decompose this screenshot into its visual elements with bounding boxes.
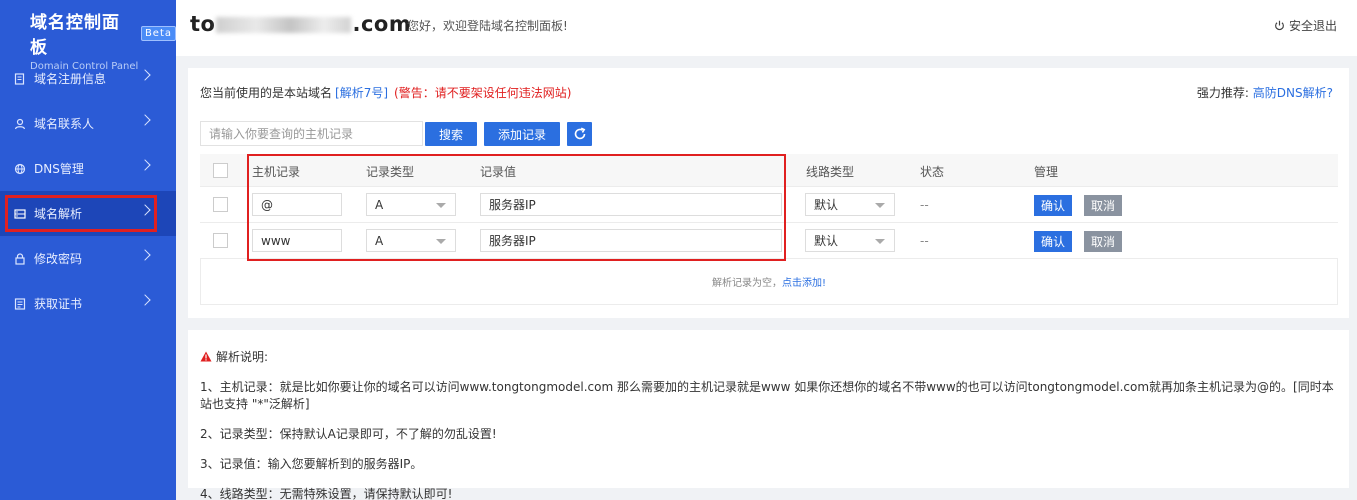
empty-text: 解析记录为空，: [711, 278, 782, 289]
search-input[interactable]: 请输入你要查询的主机记录: [200, 121, 423, 146]
header-host: 主机记录: [252, 165, 301, 179]
header: to .com 您好，欢迎登陆域名控制面板! 安全退出: [176, 0, 1357, 56]
recommend: 强力推荐: 高防DNS解析?: [1197, 84, 1333, 101]
lock-icon: [15, 252, 25, 265]
welcome-text: 您好，欢迎登陆域名控制面板!: [407, 19, 568, 33]
sidebar-item-certificate[interactable]: 获取证书: [0, 281, 176, 326]
status-text: --: [920, 234, 929, 248]
type-value: A: [375, 233, 384, 248]
cancel-button[interactable]: 取消: [1084, 195, 1122, 216]
sidebar-item-dns[interactable]: DNS管理: [0, 146, 176, 191]
sidebar-item-contacts[interactable]: 域名联系人: [0, 101, 176, 146]
type-select[interactable]: A: [366, 193, 456, 216]
confirm-button[interactable]: 确认: [1034, 231, 1072, 252]
redacted-blur: [216, 17, 352, 33]
header-line: 线路类型: [806, 165, 855, 179]
sidebar-nav: 域名注册信息 域名联系人 DNS管理 域名解析 修改密码 获取证书: [0, 56, 176, 326]
sidebar-item-label: 域名联系人: [34, 117, 95, 131]
domain-prefix: to: [190, 12, 216, 36]
line-select[interactable]: 默认: [805, 229, 895, 252]
sidebar-item-change-password[interactable]: 修改密码: [0, 236, 176, 281]
line-value: 默认: [814, 198, 839, 212]
power-icon: [1275, 20, 1284, 31]
warning-icon: [200, 351, 212, 362]
notice-text: 您当前使用的是本站域名: [200, 86, 333, 100]
explanation-line: 4、线路类型：无需特殊设置，请保持默认即可!: [200, 487, 453, 500]
type-value: A: [375, 197, 384, 212]
beta-badge: Beta: [140, 25, 176, 41]
explanation-line: 3、记录值：输入您要解析到的服务器IP。: [200, 457, 423, 471]
chevron-right-icon: [139, 114, 151, 126]
value-input[interactable]: 服务器IP: [480, 193, 782, 216]
brand-title: 域名控制面板: [30, 13, 120, 58]
explanation-title: 解析说明:: [200, 348, 1337, 365]
host-input[interactable]: @: [252, 193, 342, 216]
logout-label: 安全退出: [1288, 19, 1337, 33]
recommend-link[interactable]: 高防DNS解析?: [1253, 86, 1333, 100]
explanation-line: 1、主机记录：就是比如你要让你的域名可以访问www.tongtongmodel.…: [200, 380, 1334, 411]
line-select[interactable]: 默认: [805, 193, 895, 216]
domain-suffix: .com: [352, 12, 412, 36]
sidebar-item-domain-resolution[interactable]: 域名解析: [0, 191, 176, 236]
status-text: --: [920, 198, 929, 212]
row-checkbox[interactable]: [213, 233, 228, 248]
header-type: 记录类型: [366, 165, 415, 179]
value-input[interactable]: 服务器IP: [480, 229, 782, 252]
confirm-button[interactable]: 确认: [1034, 195, 1072, 216]
empty-state: 解析记录为空， 点击添加!: [200, 259, 1338, 305]
explanation-panel: 解析说明: 1、主机记录：就是比如你要让你的域名可以访问www.tongtong…: [188, 330, 1349, 500]
caret-down-icon: [436, 239, 446, 244]
header-status: 状态: [920, 165, 945, 179]
resolver-link[interactable]: [解析7号]: [335, 86, 388, 100]
table-header: 主机记录 记录类型 记录值 线路类型 状态 管理: [200, 154, 1338, 187]
table-row: www A 服务器IP 默认 -- 确认 取消: [200, 223, 1338, 259]
header-value: 记录值: [480, 165, 517, 179]
chevron-right-icon: [139, 249, 151, 261]
caret-down-icon: [436, 203, 446, 208]
sidebar-item-registration-info[interactable]: 域名注册信息: [0, 56, 176, 101]
add-now-link[interactable]: 点击添加!: [782, 274, 826, 289]
explanation-title-text: 解析说明:: [216, 350, 269, 364]
add-record-button[interactable]: 添加记录: [484, 122, 560, 146]
chevron-right-icon: [139, 294, 151, 306]
refresh-button[interactable]: [567, 122, 592, 146]
cancel-button[interactable]: 取消: [1084, 231, 1122, 252]
host-input[interactable]: www: [252, 229, 342, 252]
sidebar-item-label: 获取证书: [34, 297, 83, 311]
refresh-icon: [574, 127, 585, 140]
line-value: 默认: [814, 234, 839, 248]
recommend-label: 强力推荐:: [1196, 86, 1249, 100]
type-select[interactable]: A: [366, 229, 456, 252]
table-row: @ A 服务器IP 默认 -- 确认 取消: [200, 187, 1338, 223]
header-domain: to .com: [190, 12, 411, 36]
certificate-icon: [14, 297, 26, 310]
sidebar-item-label: 修改密码: [34, 252, 83, 266]
domain-notice: 您当前使用的是本站域名 [解析7号] (警告：请不要架设任何违法网站): [200, 84, 571, 101]
logout-button[interactable]: 安全退出: [1274, 17, 1337, 34]
highlight-box: [5, 195, 157, 232]
chevron-right-icon: [139, 69, 151, 81]
sidebar-item-label: DNS管理: [34, 162, 84, 176]
search-button[interactable]: 搜索: [425, 122, 477, 146]
row-checkbox[interactable]: [213, 197, 228, 212]
globe-icon: [14, 163, 26, 174]
records-panel: 您当前使用的是本站域名 [解析7号] (警告：请不要架设任何违法网站) 强力推荐: …: [188, 68, 1349, 318]
sidebar: 域名控制面板 Beta Domain Control Panel 域名注册信息 …: [0, 0, 176, 500]
user-icon: [14, 118, 26, 129]
explanation-line: 2、记录类型：保持默认A记录即可，不了解的勿乱设置!: [200, 427, 497, 441]
caret-down-icon: [875, 239, 885, 244]
warning-text: (警告：请不要架设任何违法网站): [394, 86, 572, 100]
header-manage: 管理: [1034, 165, 1059, 179]
caret-down-icon: [875, 203, 885, 208]
select-all-checkbox[interactable]: [213, 163, 228, 178]
sidebar-item-label: 域名注册信息: [34, 72, 107, 86]
document-icon: [14, 72, 25, 85]
brand: 域名控制面板 Beta Domain Control Panel: [0, 0, 176, 72]
chevron-right-icon: [139, 159, 151, 171]
